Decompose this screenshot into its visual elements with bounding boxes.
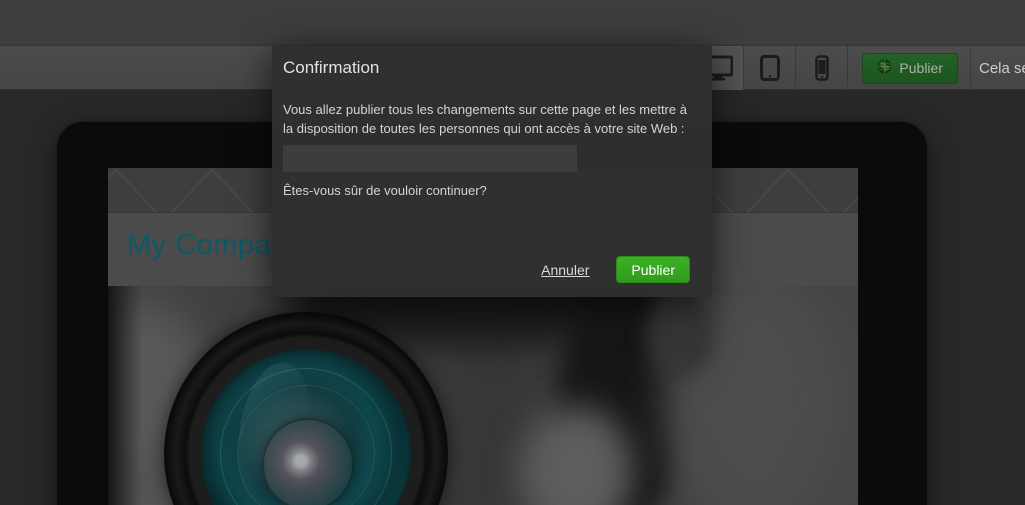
confirmation-dialog: Confirmation Vous allez publier tous les… <box>272 46 712 297</box>
dialog-actions: Annuler Publier <box>541 256 690 283</box>
dialog-message: Vous allez publier tous les changements … <box>272 78 704 138</box>
device-preview-switcher <box>691 46 848 90</box>
site-url-box <box>283 145 577 172</box>
hero-photo-camera <box>108 286 858 505</box>
phone-preview-button[interactable] <box>796 46 848 90</box>
phone-icon <box>815 55 829 81</box>
toolbar-publish-label: Publier <box>899 60 943 76</box>
dialog-title: Confirmation <box>272 46 712 78</box>
dialog-question: Êtes-vous sûr de vouloir continuer? <box>272 172 712 198</box>
tablet-icon <box>760 55 780 81</box>
top-bar <box>0 0 1025 46</box>
photo-left-vignette <box>108 286 142 505</box>
publish-status-text: Cela se <box>971 60 1025 77</box>
toolbar-publish-button[interactable]: Publier <box>862 53 958 84</box>
tablet-preview-button[interactable] <box>744 46 796 90</box>
editor-window: Publier Cela se My Company <box>0 0 1025 505</box>
confirm-publish-button[interactable]: Publier <box>616 256 690 283</box>
cancel-button[interactable]: Annuler <box>541 262 589 278</box>
lens-glass <box>201 349 411 505</box>
lens-iris <box>262 418 354 505</box>
photographer-eye-shadow <box>648 290 716 378</box>
globe-icon <box>877 59 892 77</box>
